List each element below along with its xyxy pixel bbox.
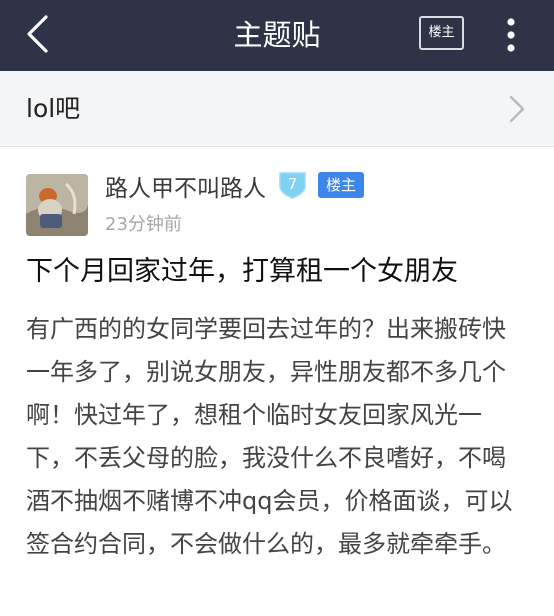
top-nav-bar: 主题贴 楼主 xyxy=(0,0,554,71)
post-time: 23分钟前 xyxy=(105,214,182,235)
op-badge: 楼主 xyxy=(318,172,364,198)
level-number: 7 xyxy=(288,175,298,193)
more-vertical-icon[interactable] xyxy=(505,17,517,53)
level-badge-icon: 7 xyxy=(279,172,306,199)
page-title: 主题贴 xyxy=(233,18,321,52)
avatar-image xyxy=(26,174,88,236)
author-name[interactable]: 路人甲不叫路人 xyxy=(105,169,266,203)
post-title: 下个月回家过年，打算租一个女朋友 xyxy=(26,256,458,287)
avatar[interactable] xyxy=(26,174,88,236)
chevron-right-icon xyxy=(509,95,525,123)
post-body: 有广西的的女同学要回去过年的？出来搬砖快一年多了，别说女朋友，异性朋友都不多几个… xyxy=(26,315,513,558)
forum-name: lol吧 xyxy=(26,94,81,123)
op-only-button[interactable]: 楼主 xyxy=(419,16,464,50)
forum-link-bar[interactable]: lol吧 xyxy=(0,71,554,147)
